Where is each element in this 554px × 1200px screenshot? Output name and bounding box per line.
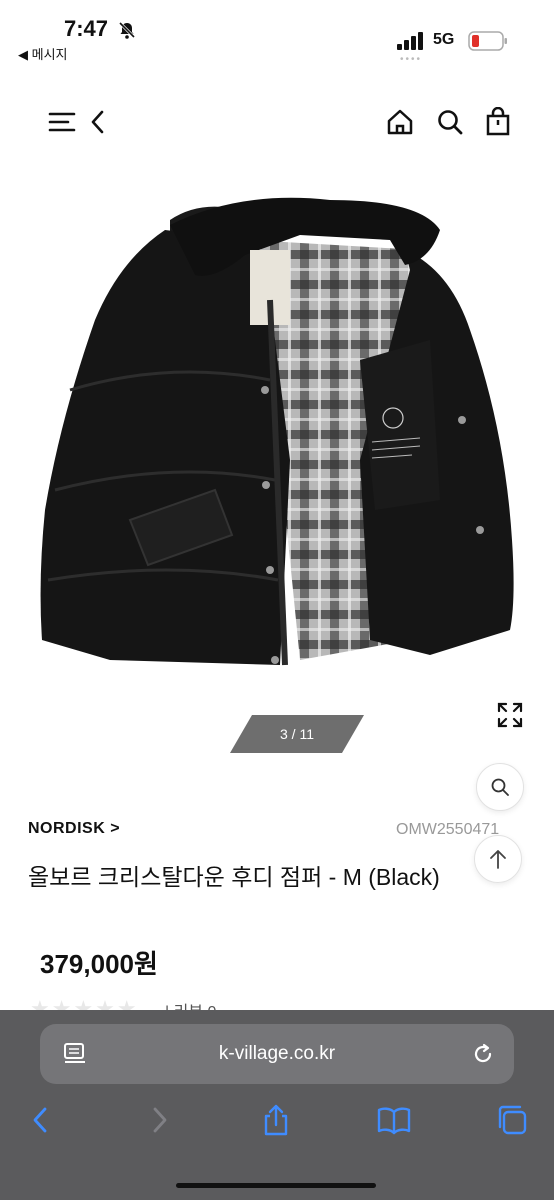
product-code: OMW2550471 <box>396 821 500 838</box>
network-type: 5G <box>433 31 455 48</box>
product-title: 올보르 크리스탈다운 후디 점퍼 - M (Black) <box>28 864 440 890</box>
tabs-icon[interactable] <box>490 1098 534 1142</box>
signal-icon <box>397 32 423 50</box>
bookmarks-icon[interactable] <box>372 1098 416 1142</box>
image-counter: 3 / 11 <box>280 726 314 742</box>
menu-icon[interactable] <box>44 104 80 140</box>
bell-muted-icon <box>118 21 136 39</box>
browser-forward-icon[interactable] <box>138 1098 182 1142</box>
search-icon[interactable] <box>432 104 468 140</box>
product-price: 379,000원 <box>40 949 158 979</box>
share-icon[interactable] <box>254 1098 298 1142</box>
browser-back-icon[interactable] <box>18 1098 62 1142</box>
dynamic-island-dots: •••• <box>400 54 423 65</box>
back-to-messages[interactable]: ◀ 메시지 <box>18 44 68 63</box>
home-indicator <box>176 1183 376 1188</box>
expand-icon[interactable] <box>492 697 528 733</box>
battery-low-icon <box>468 31 507 51</box>
zoom-button[interactable] <box>476 763 524 811</box>
url-text[interactable]: k-village.co.kr <box>40 1024 514 1084</box>
magnifier-icon <box>491 778 509 796</box>
shopping-bag-icon[interactable] <box>480 104 516 140</box>
home-icon[interactable] <box>382 104 418 140</box>
back-icon[interactable] <box>80 104 116 140</box>
brand-link[interactable]: NORDISK > <box>28 820 120 838</box>
status-time: 7:47 <box>64 16 109 41</box>
reload-icon[interactable] <box>470 1041 496 1072</box>
product-image[interactable] <box>0 160 554 700</box>
